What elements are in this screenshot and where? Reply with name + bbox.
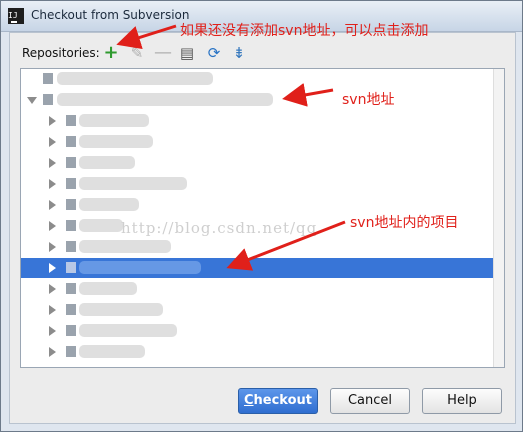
- blurred-folder-name: [79, 261, 201, 274]
- blurred-folder-name: [79, 156, 135, 169]
- blurred-repository-url: [57, 72, 213, 85]
- expand-arrow-icon[interactable]: [49, 158, 56, 168]
- expand-arrow-icon[interactable]: [49, 179, 56, 189]
- checkout-button[interactable]: Checkout: [238, 388, 318, 414]
- expand-arrow-icon[interactable]: [49, 347, 56, 357]
- tree-row-item[interactable]: [21, 279, 494, 299]
- blurred-folder-name: [79, 240, 171, 253]
- folder-icon: [66, 220, 76, 231]
- expand-arrow-icon[interactable]: [49, 221, 56, 231]
- expand-arrow-icon[interactable]: [49, 200, 56, 210]
- tree-row-item[interactable]: [21, 237, 494, 257]
- tree-row-item-selected[interactable]: [21, 258, 494, 278]
- folder-icon: [66, 199, 76, 210]
- expand-arrow-icon[interactable]: [49, 284, 56, 294]
- blurred-folder-name: [79, 198, 139, 211]
- blurred-folder-name: [79, 324, 177, 337]
- annotation-svn-items: svn地址内的项目: [350, 215, 459, 231]
- folder-icon: [66, 325, 76, 336]
- blurred-folder-name: [79, 303, 163, 316]
- expand-arrow-icon[interactable]: [49, 326, 56, 336]
- blurred-folder-name: [79, 282, 137, 295]
- remove-icon: —: [154, 42, 172, 63]
- expand-arrow-icon[interactable]: [49, 242, 56, 252]
- blurred-folder-name: [79, 345, 145, 358]
- folder-icon: [66, 157, 76, 168]
- tree-row-item[interactable]: [21, 342, 494, 362]
- blurred-folder-name: [79, 114, 149, 127]
- blurred-folder-name: [79, 135, 153, 148]
- tree-row-item[interactable]: [21, 153, 494, 173]
- expand-arrow-icon[interactable]: [49, 263, 56, 273]
- annotation-add-hint: 如果还没有添加svn地址，可以点击添加: [180, 23, 429, 39]
- window-title: Checkout from Subversion: [31, 8, 190, 22]
- watermark-text: http://blog.csdn.net/qq: [121, 219, 318, 237]
- expand-arrow-icon[interactable]: [49, 137, 56, 147]
- tree-row-repo-2[interactable]: [21, 90, 494, 110]
- blurred-folder-name: [79, 177, 187, 190]
- tree-row-item[interactable]: [21, 300, 494, 320]
- expand-arrow-icon[interactable]: [49, 305, 56, 315]
- folder-icon: [66, 136, 76, 147]
- tree-row-item[interactable]: [21, 174, 494, 194]
- expand-arrow-icon[interactable]: [27, 97, 37, 104]
- checkout-label: heckout: [253, 393, 313, 408]
- tree-row-item[interactable]: [21, 111, 494, 131]
- checkout-accelerator: C: [243, 393, 254, 408]
- refresh-icon[interactable]: ⟳: [205, 44, 223, 62]
- folder-icon: [66, 283, 76, 294]
- collapse-all-icon[interactable]: ⇟: [230, 44, 248, 62]
- tree-row-item[interactable]: [21, 132, 494, 152]
- blurred-repository-url: [57, 93, 273, 106]
- intellij-app-icon: IJ: [8, 8, 24, 24]
- expand-arrow-icon[interactable]: [49, 116, 56, 126]
- folder-icon: [66, 178, 76, 189]
- browse-icon[interactable]: ▤: [178, 44, 196, 62]
- annotation-svn-address: svn地址: [342, 92, 395, 108]
- folder-icon: [66, 115, 76, 126]
- add-icon[interactable]: +: [102, 44, 120, 62]
- repository-icon: [43, 73, 53, 84]
- folder-icon: [66, 262, 76, 273]
- tree-row-repo-1[interactable]: [21, 69, 494, 89]
- repository-icon: [43, 94, 53, 105]
- folder-icon: [66, 304, 76, 315]
- cancel-button[interactable]: Cancel: [330, 388, 410, 414]
- edit-icon: ✎: [130, 44, 144, 62]
- blurred-folder-name: [79, 219, 123, 232]
- tree-scrollbar[interactable]: [493, 69, 504, 367]
- help-button[interactable]: Help: [422, 388, 502, 414]
- folder-icon: [66, 346, 76, 357]
- folder-icon: [66, 241, 76, 252]
- tree-row-item[interactable]: [21, 321, 494, 341]
- repositories-label: Repositories:: [22, 46, 100, 60]
